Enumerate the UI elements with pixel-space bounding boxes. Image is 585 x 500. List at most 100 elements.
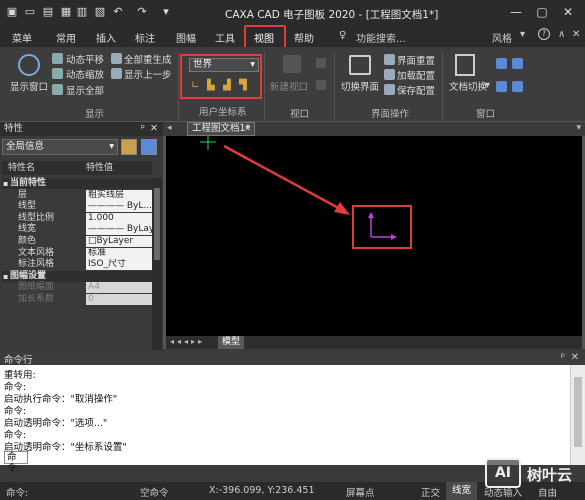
pan-button[interactable]: 动态平移 (66, 52, 104, 66)
doc-switch-dropdown-icon[interactable]: ▾ (485, 80, 490, 91)
new-file-icon[interactable]: ▭ (24, 6, 36, 18)
collapse-icon[interactable]: ▪ (3, 271, 8, 282)
save-as-icon[interactable]: ▥ (76, 6, 88, 18)
ribbon-close-icon[interactable]: ✕ (572, 29, 580, 40)
status-command: 命令: (6, 488, 29, 499)
property-row[interactable]: 线型比例 1.000 (2, 212, 152, 224)
pin-icon[interactable]: ᵖ (561, 352, 565, 363)
save-config-button[interactable]: 保存配置 (397, 83, 435, 97)
tab-scroll-left-icon[interactable]: ◂ (167, 123, 172, 133)
tile-vertical-icon[interactable] (512, 58, 523, 69)
feature-search[interactable]: 功能搜索... (356, 30, 406, 45)
panel-close-icon[interactable]: ✕ (150, 122, 158, 136)
command-scrollbar[interactable] (570, 365, 585, 465)
zoom-button[interactable]: 动态缩放 (66, 67, 104, 81)
property-row[interactable]: 颜色 □ByLayer (2, 236, 152, 247)
tab-model[interactable]: 模型 (218, 336, 244, 349)
new-viewport-icon (283, 55, 301, 73)
arrange-icon[interactable] (512, 81, 523, 92)
zoom-icon (52, 68, 63, 79)
property-value[interactable]: ISO_尺寸 (86, 259, 152, 271)
undo-icon[interactable]: ↶ (112, 6, 124, 18)
collapse-icon[interactable]: ▪ (3, 178, 8, 189)
ucs-icon-3[interactable]: ▟ (223, 80, 231, 91)
save-icon[interactable]: ▦ (60, 6, 72, 18)
properties-scrollbar[interactable] (152, 178, 162, 350)
display-window-button[interactable]: 显示窗口 (10, 79, 48, 93)
tab-sheet[interactable]: 图幅 (176, 30, 196, 45)
show-all-button[interactable]: 显示全部 (66, 83, 104, 97)
select-objects-icon[interactable] (121, 139, 137, 155)
minimize-icon[interactable]: — (508, 4, 524, 20)
drawing-canvas[interactable] (166, 136, 582, 336)
tab-tools[interactable]: 工具 (215, 30, 235, 45)
pin-icon[interactable]: ᵖ (141, 122, 145, 136)
property-row[interactable]: 线宽 ———— ByLayer (2, 224, 152, 236)
property-row[interactable]: 标注风格 ISO_尺寸 (2, 259, 152, 271)
ucs-icon-4[interactable]: ▜ (239, 80, 247, 91)
doc-switch-button[interactable]: 文档切换 (449, 79, 487, 93)
property-value[interactable]: ———— ByLayer (86, 224, 152, 236)
app-logo-icon[interactable]: ▣ (6, 6, 18, 18)
tile-horizontal-icon[interactable] (496, 58, 507, 69)
close-icon[interactable]: ✕ (244, 123, 251, 135)
quick-select-icon[interactable] (141, 139, 157, 155)
property-value[interactable]: 标准 (86, 247, 152, 259)
properties-filter-select[interactable]: 全局信息 ▾ (2, 139, 118, 155)
reset-ui-button[interactable]: 界面重置 (397, 53, 435, 67)
canvas-border (163, 136, 166, 349)
property-row[interactable]: 线型 ———— ByL... (2, 201, 152, 213)
display-window-icon[interactable] (18, 54, 40, 76)
switch-ui-button[interactable]: 切换界面 (341, 79, 379, 93)
panel-close-icon[interactable]: ✕ (571, 352, 579, 363)
tab-menu[interactable]: 菜单 (12, 30, 32, 45)
open-file-icon[interactable]: ▤ (42, 6, 54, 18)
style-dropdown-icon[interactable]: ▾ (520, 29, 525, 40)
maximize-icon[interactable]: ▢ (534, 4, 550, 20)
help-icon[interactable]: ? (538, 28, 550, 40)
snap-mode-button[interactable]: 屏幕点 (346, 485, 375, 499)
scroll-thumb[interactable] (574, 377, 582, 447)
property-row[interactable]: 加长系数 0 (2, 294, 152, 305)
close-icon[interactable]: ✕ (560, 4, 576, 20)
load-config-button[interactable]: 加载配置 (397, 68, 435, 82)
show-all-icon (52, 84, 63, 95)
property-row[interactable]: 层 粗实线层 (2, 189, 152, 201)
ortho-toggle[interactable]: 正交 (421, 485, 440, 499)
property-value[interactable]: 1.000 (86, 212, 152, 224)
quick-access-dropdown-icon[interactable]: ▾ (160, 6, 172, 18)
tab-help[interactable]: 帮助 (294, 30, 314, 45)
redo-icon[interactable]: ↷ (136, 6, 148, 18)
tab-list-icon[interactable]: ▾ (576, 123, 581, 133)
properties-title-text: 特性 (4, 123, 24, 134)
tab-annotate[interactable]: 标注 (135, 30, 155, 45)
property-section[interactable]: 图幅设置 ▪ (2, 270, 152, 282)
property-value[interactable]: ———— ByL... (86, 201, 152, 213)
new-viewport-button[interactable]: 新建视口 (270, 79, 308, 93)
ucs-icon-1[interactable]: ∟ (191, 80, 199, 91)
cascade-icon[interactable] (496, 81, 507, 92)
scroll-thumb[interactable] (154, 188, 160, 260)
layout-nav-icons[interactable]: ◂◂◂▸▸ (170, 337, 205, 346)
ribbon-collapse-icon[interactable]: ∧ (558, 29, 565, 40)
save-config-icon (384, 84, 395, 95)
layout-tab-bar: ◂◂◂▸▸ 模型 (166, 336, 582, 349)
status-coordinates: X:-396.099, Y:236.451 (209, 485, 315, 496)
property-section[interactable]: 当前特性 ▪ (2, 178, 152, 189)
property-row[interactable]: 图纸幅面 A4 (2, 282, 152, 294)
document-tab[interactable]: 工程图文档1* ✕ (187, 122, 255, 136)
command-input[interactable]: 命令: (4, 451, 28, 474)
property-value[interactable]: □ByLayer (86, 236, 152, 247)
ucs-icon-2[interactable]: ▙ (207, 80, 215, 91)
property-value[interactable]: 粗实线层 (86, 189, 152, 201)
prev-view-button[interactable]: 显示上一步 (124, 67, 172, 81)
lineweight-toggle[interactable]: 线宽 (446, 482, 478, 500)
tab-insert[interactable]: 插入 (96, 30, 116, 45)
tab-common[interactable]: 常用 (56, 30, 76, 45)
property-row[interactable]: 文本风格 标准 (2, 247, 152, 259)
ucs-select[interactable]: 世界 ▾ (189, 58, 259, 72)
document-tab-bar: ◂ 工程图文档1* ✕ ▾ (163, 122, 585, 136)
style-menu[interactable]: 风格 (492, 30, 512, 45)
print-icon[interactable]: ▧ (94, 6, 106, 18)
regen-all-button[interactable]: 全部重生成 (124, 52, 172, 66)
